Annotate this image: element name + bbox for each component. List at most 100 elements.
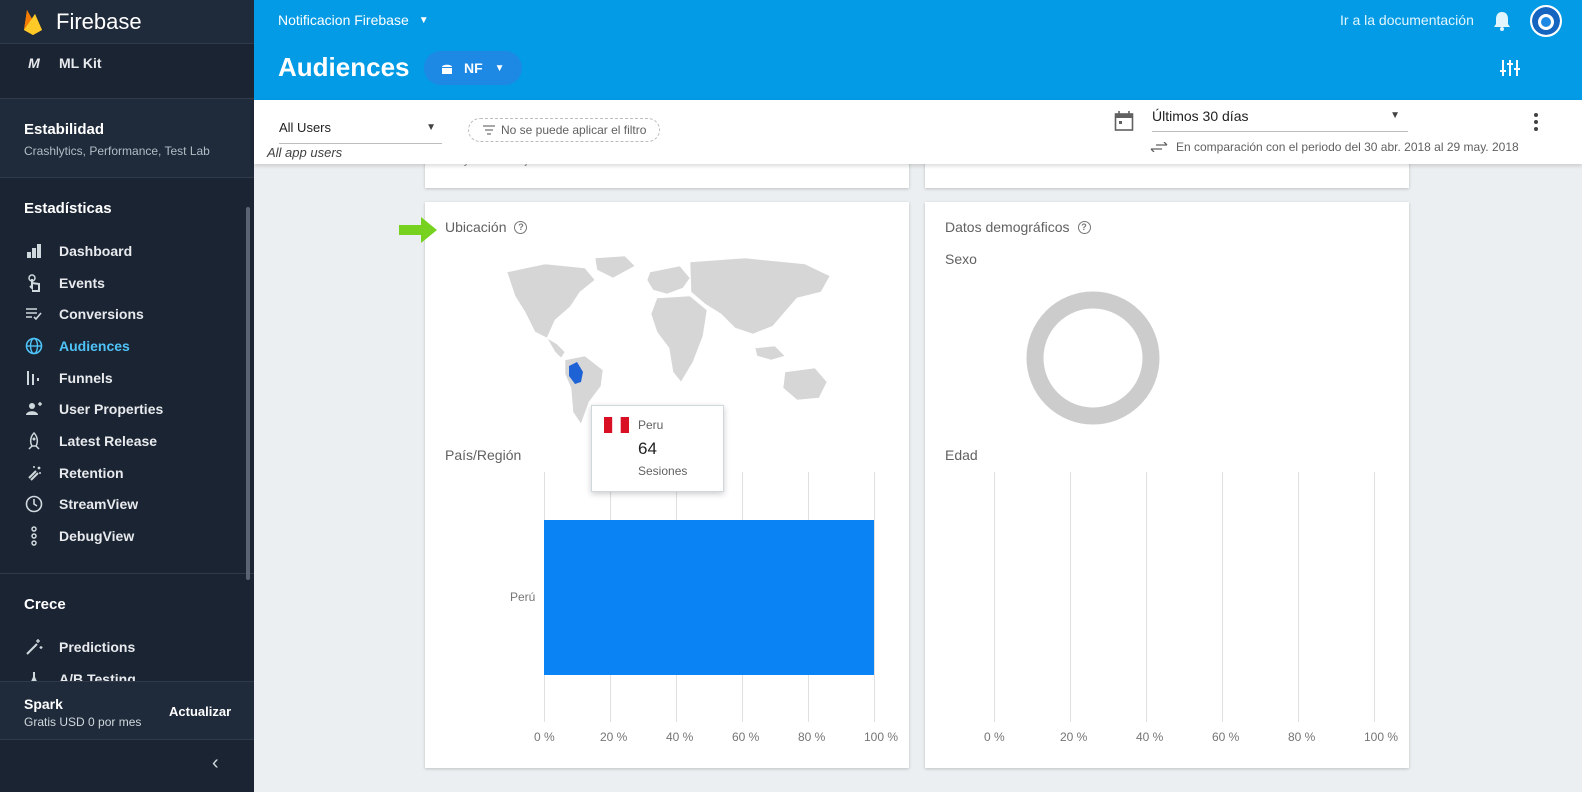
- upgrade-button[interactable]: Actualizar: [169, 704, 231, 719]
- x-tick-label: 20 %: [600, 730, 628, 744]
- wand-icon: [24, 637, 44, 657]
- sidebar-item-label: Funnels: [59, 369, 113, 386]
- arrow-icon: [399, 217, 437, 243]
- debug-icon: [24, 526, 44, 546]
- x-tick-label: 100 %: [864, 730, 899, 744]
- flask-icon: [24, 669, 44, 681]
- sidebar-item-ab-testing[interactable]: A/B Testing: [0, 663, 254, 681]
- sidebar-item-label: Dashboard: [59, 242, 133, 259]
- chevron-down-icon: ▼: [426, 122, 436, 133]
- filter-chip-label: No se puede aplicar el filtro: [501, 123, 647, 137]
- sidebar-item-latest-release[interactable]: Latest Release: [0, 425, 254, 457]
- sidebar-scrollbar[interactable]: [246, 207, 250, 580]
- sidebar-item-audiences[interactable]: Audiences: [0, 330, 254, 362]
- tooltip-value: 64: [638, 439, 657, 458]
- sidebar-item-label: User Properties: [59, 401, 164, 418]
- sidebar-item-label: ML Kit: [59, 55, 102, 71]
- sidebar-section-grow: Crece Predictions A/B Testing: [0, 574, 254, 681]
- plan-name: Spark: [24, 696, 63, 712]
- peru-flag-icon: [604, 417, 629, 433]
- sidebar-item-streamview[interactable]: StreamView: [0, 489, 254, 521]
- sidebar-section-mlkit: M ML Kit: [0, 44, 254, 99]
- x-tick-label: 0 %: [534, 730, 555, 744]
- sidebar-item-conversions[interactable]: Conversions: [0, 298, 254, 330]
- grow-title: Crece: [24, 596, 66, 613]
- bell-icon[interactable]: [1492, 10, 1512, 32]
- sidebar-item-label: DebugView: [59, 528, 135, 545]
- sidebar-item-dashboard[interactable]: Dashboard: [0, 235, 254, 267]
- bar[interactable]: [544, 519, 874, 675]
- filter-icon: [483, 125, 495, 135]
- people-icon: [24, 399, 44, 419]
- x-tick-label: 60 %: [732, 730, 760, 744]
- clock-icon: [24, 494, 44, 514]
- x-tick-label: 0 %: [984, 730, 1005, 744]
- comparison-text: En comparación con el periodo del 30 abr…: [1176, 140, 1519, 154]
- funnel-bars-icon: [24, 368, 44, 388]
- x-tick-label: 20 %: [1060, 730, 1088, 744]
- firebase-logo-icon: [24, 9, 42, 35]
- stability-subtitle: Crashlytics, Performance, Test Lab: [24, 144, 210, 158]
- gridline: [1298, 472, 1299, 722]
- x-tick-label: 40 %: [666, 730, 694, 744]
- calendar-icon[interactable]: [1114, 110, 1134, 132]
- chevron-down-icon: ▼: [418, 14, 429, 26]
- age-label: Edad: [945, 447, 978, 463]
- sidebar-header: Firebase: [0, 0, 254, 44]
- touch-icon: [24, 273, 44, 293]
- brand-name: Firebase: [56, 8, 142, 34]
- rocket-icon: [24, 431, 44, 451]
- bar-chart-icon: [24, 241, 44, 261]
- collapse-sidebar-icon[interactable]: ‹: [212, 752, 219, 775]
- sidebar-item-retention[interactable]: Retention: [0, 457, 254, 489]
- date-range-value: Últimos 30 días: [1152, 108, 1249, 124]
- date-range-select[interactable]: Últimos 30 días ▼: [1152, 108, 1408, 132]
- sidebar-item-label: Events: [59, 274, 105, 291]
- sidebar-item-label: Predictions: [59, 638, 136, 655]
- gridline: [1070, 472, 1071, 722]
- chevron-down-icon: ▼: [1390, 110, 1400, 121]
- project-name: Notificacion Firebase: [278, 12, 409, 28]
- sidebar-item-funnels[interactable]: Funnels: [0, 362, 254, 394]
- demographics-card: Datos demográficos ? Sexo Edad 0 % 20 % 40…: [925, 202, 1409, 768]
- tune-settings-icon[interactable]: [1500, 58, 1520, 78]
- analytics-title: Estadísticas: [24, 200, 112, 217]
- avatar[interactable]: [1530, 5, 1562, 37]
- mlkit-icon: M: [28, 55, 40, 71]
- sidebar-item-predictions[interactable]: Predictions: [0, 631, 254, 663]
- compare-arrows-icon: [1150, 142, 1168, 152]
- more-vert-icon[interactable]: [1532, 112, 1540, 132]
- region-label: País/Región: [445, 447, 522, 463]
- add-filter-chip[interactable]: No se puede aplicar el filtro: [468, 118, 660, 142]
- sidebar-section-stability[interactable]: Estabilidad Crashlytics, Performance, Te…: [0, 99, 254, 178]
- audience-select[interactable]: All Users ▼: [279, 120, 442, 144]
- project-selector[interactable]: Notificacion Firebase ▼: [278, 12, 429, 28]
- category-label: Perú: [510, 590, 536, 604]
- sidebar-item-label: Latest Release: [59, 432, 158, 449]
- x-tick-label: 100 %: [1364, 730, 1399, 744]
- gridline: [1374, 472, 1375, 722]
- chevron-down-icon: ▼: [494, 62, 505, 74]
- docs-link[interactable]: Ir a la documentación: [1340, 12, 1474, 28]
- magnet-icon: [24, 463, 44, 483]
- sidebar-item-label: Audiences: [59, 337, 130, 354]
- app-chip-label: NF: [464, 60, 483, 76]
- x-tick-label: 80 %: [1288, 730, 1316, 744]
- sidebar-item-user-properties[interactable]: User Properties: [0, 393, 254, 425]
- sidebar-item-events[interactable]: Events: [0, 267, 254, 299]
- sidebar: Firebase M ML Kit Estabilidad Crashlytic…: [0, 0, 254, 792]
- help-icon[interactable]: ?: [514, 220, 528, 234]
- sidebar-item-debugview[interactable]: DebugView: [0, 520, 254, 552]
- location-card-title: Ubicación ?: [445, 219, 528, 235]
- help-icon[interactable]: ?: [1077, 220, 1091, 234]
- stability-title: Estabilidad: [24, 121, 105, 138]
- app-selector[interactable]: NF ▼: [424, 51, 522, 85]
- location-title: Ubicación: [445, 219, 507, 235]
- sidebar-item-mlkit[interactable]: M ML Kit: [0, 44, 254, 82]
- comparison-note: En comparación con el periodo del 30 abr…: [1150, 140, 1519, 154]
- gridline: [1222, 472, 1223, 722]
- sex-donut-chart: [1026, 291, 1160, 425]
- sidebar-item-label: A/B Testing: [59, 670, 136, 681]
- x-tick-label: 80 %: [798, 730, 826, 744]
- audience-select-value: All Users: [279, 120, 332, 135]
